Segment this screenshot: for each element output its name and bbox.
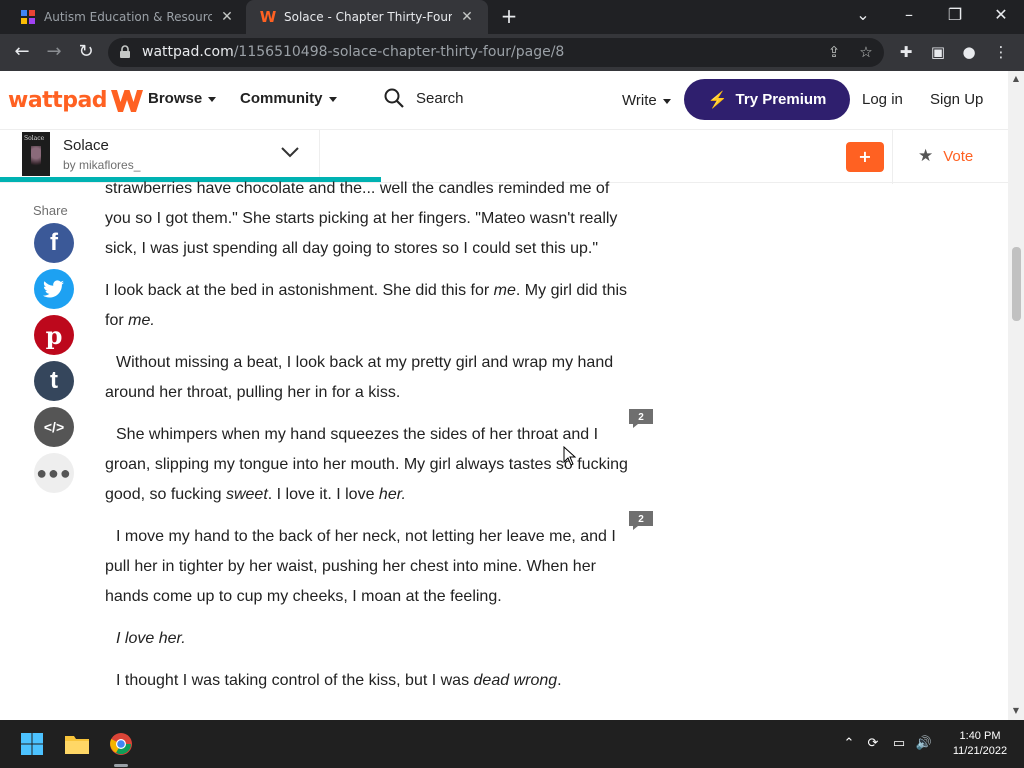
pinterest-share-button[interactable]: p (34, 315, 74, 355)
windows-logo-icon (21, 733, 43, 755)
comment-count: 2 (638, 412, 644, 423)
facebook-icon: f (50, 229, 58, 256)
clock-time: 1:40 PM (959, 730, 1001, 742)
comment-count: 2 (638, 514, 644, 525)
tumblr-icon: t (50, 367, 58, 394)
wattpad-logo[interactable]: wattpad (8, 86, 145, 114)
add-to-library-button[interactable]: + (846, 142, 884, 172)
active-app-indicator (114, 764, 128, 767)
caret-down-icon (328, 96, 337, 102)
minimize-button[interactable]: – (886, 0, 932, 34)
vote-button[interactable]: ★ Vote (918, 146, 973, 166)
tab-title: Solace - Chapter Thirty-Four* - P (284, 10, 452, 24)
address-bar[interactable]: wattpad.com/1156510498-solace-chapter-th… (108, 38, 884, 67)
system-clock[interactable]: 1:40 PM 11/21/2022 (944, 729, 1016, 759)
restore-button[interactable]: ❐ (932, 0, 978, 34)
try-premium-button[interactable]: ⚡ Try Premium (684, 79, 850, 120)
caret-down-icon (662, 98, 671, 104)
chrome-icon (110, 733, 132, 755)
more-share-button[interactable]: ●●● (34, 453, 74, 493)
mouse-pointer-icon (563, 446, 577, 466)
story-paragraph: strawberries have chocolate and the... w… (105, 180, 618, 257)
page-scrollbar[interactable]: ▲ ▼ (1008, 71, 1024, 720)
sync-alert-icon[interactable]: ⟳ (864, 735, 882, 753)
chevron-down-icon[interactable] (280, 145, 300, 159)
page-viewport: wattpad Browse Community Search Write ⚡ … (0, 71, 1008, 720)
signup-link[interactable]: Sign Up (930, 91, 983, 108)
facebook-share-button[interactable]: f (34, 223, 74, 263)
share-page-icon[interactable]: ⇪ (824, 43, 844, 63)
side-panel-icon[interactable]: ▣ (927, 42, 949, 64)
wattpad-w-icon (111, 90, 144, 112)
search-button[interactable]: Search (384, 88, 464, 108)
windows-taskbar: ⌃ ⟳ ▭ 🔊 1:40 PM 11/21/2022 (0, 720, 1024, 768)
lock-icon (120, 45, 130, 58)
puzzle-icon (20, 9, 36, 25)
back-button[interactable]: ← (10, 41, 34, 65)
scroll-down-arrow-icon[interactable]: ▼ (1011, 706, 1021, 716)
chrome-taskbar-button[interactable] (105, 728, 137, 760)
wattpad-w-icon: W (259, 8, 277, 26)
scrollbar-thumb[interactable] (1012, 247, 1021, 321)
tumblr-share-button[interactable]: t (34, 361, 74, 401)
close-tab-icon[interactable]: ✕ (218, 9, 236, 25)
inline-comment-button[interactable]: 2 (628, 407, 654, 429)
pinterest-icon: p (45, 320, 63, 350)
twitter-share-button[interactable] (34, 269, 74, 309)
new-tab-button[interactable]: + (498, 6, 520, 28)
forward-button[interactable]: → (42, 41, 66, 65)
tray-overflow-chevron-icon[interactable]: ⌃ (840, 735, 858, 753)
star-icon: ★ (918, 146, 934, 165)
tab-title: Autism Education & Resources | A (44, 10, 212, 24)
story-cover-image[interactable]: Solace (22, 132, 50, 176)
network-icon[interactable]: ▭ (890, 735, 908, 753)
close-tab-icon[interactable]: ✕ (458, 9, 476, 25)
story-paragraph: I move my hand to the back of her neck, … (105, 528, 616, 605)
browser-tab-autism[interactable]: Autism Education & Resources | A ✕ (6, 0, 246, 34)
lightning-icon: ⚡ (707, 91, 728, 109)
inline-comment-button[interactable]: 2 (628, 509, 654, 531)
browse-menu[interactable]: Browse (148, 90, 217, 107)
folder-icon (65, 736, 89, 754)
extensions-icon[interactable]: ✚ (895, 42, 917, 64)
profile-icon[interactable]: ● (958, 42, 980, 64)
write-menu[interactable]: Write (622, 92, 671, 109)
story-paragraph: I look back at the bed in astonishment. … (105, 282, 628, 329)
embed-share-button[interactable]: </> (34, 407, 74, 447)
browser-tab-strip: Autism Education & Resources | A ✕ W Sol… (0, 0, 1024, 34)
embed-code-icon: </> (43, 419, 65, 435)
share-label: Share (33, 203, 68, 218)
volume-icon[interactable]: 🔊 (915, 735, 933, 753)
browser-toolbar: ← → ↻ wattpad.com/1156510498-solace-chap… (0, 34, 1024, 71)
story-paragraph: I thought I was taking control of the ki… (116, 672, 562, 689)
story-author[interactable]: by mikaflores_ (63, 158, 140, 172)
url-text: wattpad.com/1156510498-solace-chapter-th… (142, 44, 565, 60)
bookmark-star-icon[interactable]: ☆ (856, 43, 876, 63)
community-menu[interactable]: Community (240, 90, 337, 107)
reload-button[interactable]: ↻ (74, 41, 98, 65)
browser-tab-solace[interactable]: W Solace - Chapter Thirty-Four* - P ✕ (246, 0, 488, 34)
scroll-up-arrow-icon[interactable]: ▲ (1011, 74, 1021, 84)
more-dots-icon: ●●● (36, 462, 72, 483)
caret-down-icon (208, 96, 217, 102)
wattpad-header: wattpad Browse Community Search Write ⚡ … (0, 71, 1008, 129)
chapter-text: strawberries have chocolate and the... w… (105, 174, 635, 708)
divider (892, 130, 893, 184)
search-icon (384, 88, 404, 108)
story-paragraph: Without missing a beat, I look back at m… (105, 354, 614, 401)
clock-date: 11/21/2022 (952, 745, 1008, 757)
windows-start-button[interactable] (16, 728, 48, 760)
story-paragraph: She whimpers when my hand squeezes the s… (105, 426, 628, 503)
story-title[interactable]: Solace (63, 137, 109, 154)
close-window-button[interactable]: ✕ (978, 0, 1024, 34)
story-paragraph: I love her. (116, 630, 186, 647)
login-link[interactable]: Log in (862, 91, 903, 108)
cover-figure (31, 146, 41, 170)
menu-kebab-icon[interactable]: ⋮ (990, 42, 1012, 64)
tab-search-chevron-icon[interactable]: ⌄ (840, 0, 886, 34)
file-explorer-button[interactable] (61, 728, 93, 760)
twitter-icon (43, 280, 64, 298)
